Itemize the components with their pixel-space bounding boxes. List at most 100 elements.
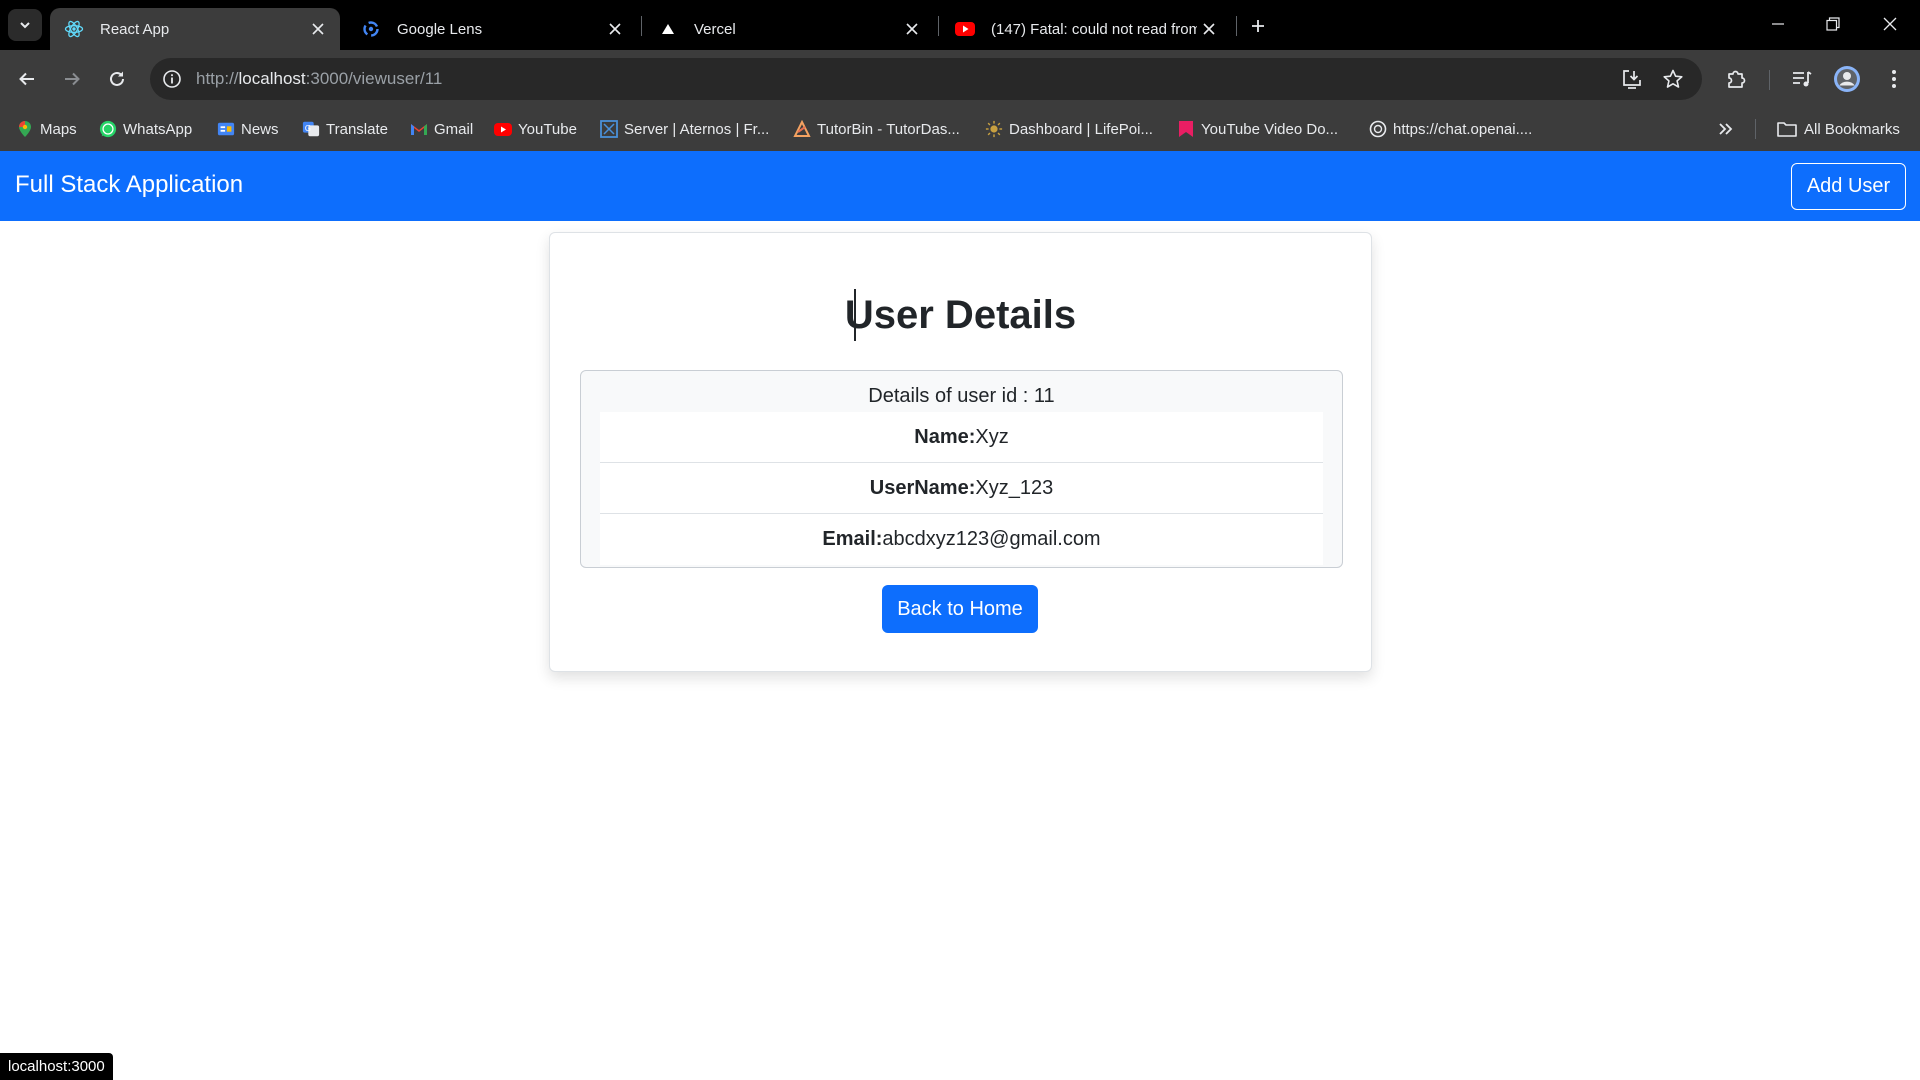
bookmark-label: Dashboard | LifePoi... xyxy=(1009,120,1153,138)
bookmark-label: https://chat.openai.... xyxy=(1393,120,1533,138)
bookmark-gmail[interactable]: Gmail xyxy=(410,116,473,142)
app-navbar: Full Stack Application Add User xyxy=(0,151,1920,221)
media-control-button[interactable] xyxy=(1788,65,1816,93)
media-queue-icon xyxy=(1793,71,1812,87)
bookmark-openai[interactable]: https://chat.openai.... xyxy=(1369,116,1532,142)
forward-button[interactable] xyxy=(57,64,87,94)
bookmark-label: Translate xyxy=(326,120,388,138)
detail-label: Email: xyxy=(822,528,883,550)
extensions-button[interactable] xyxy=(1722,65,1750,93)
bookmarks-separator xyxy=(1755,119,1756,139)
video-download-icon xyxy=(1177,120,1195,138)
close-icon[interactable] xyxy=(1197,17,1221,41)
url-scheme: http:// xyxy=(196,69,239,88)
url-path: :3000/viewuser/11 xyxy=(305,69,443,88)
back-button[interactable] xyxy=(12,64,42,94)
bookmark-lifepoints[interactable]: Dashboard | LifePoi... xyxy=(985,116,1153,142)
detail-row-email: Email: abcdxyz123@gmail.com xyxy=(600,514,1323,565)
new-tab-button[interactable] xyxy=(1244,12,1272,40)
aternos-icon xyxy=(600,120,618,138)
tab-title: Vercel xyxy=(694,20,736,38)
kebab-menu-icon xyxy=(1892,70,1896,88)
user-details-card: User Details Details of user id : 11 Nam… xyxy=(549,232,1372,672)
profile-avatar[interactable] xyxy=(1833,65,1861,93)
bookmark-label: YouTube Video Do... xyxy=(1201,120,1339,138)
bookmark-label: News xyxy=(241,120,279,138)
more-bookmarks-button[interactable] xyxy=(1718,116,1734,142)
minimize-button[interactable] xyxy=(1756,8,1800,40)
tab-react-app[interactable]: React App xyxy=(50,8,340,50)
bookmark-video-download[interactable]: YouTube Video Do... xyxy=(1177,116,1338,142)
menu-button[interactable] xyxy=(1880,65,1908,93)
bookmarks-bar: Maps WhatsApp News G Translate Gmail You… xyxy=(0,108,1920,151)
minimize-icon xyxy=(1772,23,1784,25)
maps-icon xyxy=(16,120,34,138)
url-text: http://localhost:3000/viewuser/11 xyxy=(196,69,442,89)
close-icon[interactable] xyxy=(900,17,924,41)
tab-separator xyxy=(938,16,939,36)
svg-text:G: G xyxy=(305,123,311,133)
tab-youtube[interactable]: (147) Fatal: could not read from xyxy=(941,8,1231,50)
puzzle-icon xyxy=(1728,70,1746,88)
bookmark-youtube[interactable]: YouTube xyxy=(494,116,577,142)
reload-button[interactable] xyxy=(102,64,132,94)
tab-separator xyxy=(1236,16,1237,36)
back-to-home-button[interactable]: Back to Home xyxy=(882,585,1038,633)
url-host: localhost xyxy=(238,69,306,88)
tab-strip: React App Google Lens Vercel (147) Fatal… xyxy=(0,0,1920,50)
close-window-button[interactable] xyxy=(1868,8,1912,40)
detail-value: Xyz_123 xyxy=(975,476,1054,499)
bookmark-aternos[interactable]: Server | Aternos | Fr... xyxy=(600,116,769,142)
tab-google-lens[interactable]: Google Lens xyxy=(347,8,637,50)
details-panel: Details of user id : 11 Name: Xyz UserNam… xyxy=(580,370,1343,568)
chevron-down-icon xyxy=(20,22,30,29)
close-icon[interactable] xyxy=(603,17,627,41)
all-bookmarks-button[interactable]: All Bookmarks xyxy=(1776,116,1900,142)
tab-search-button[interactable] xyxy=(8,9,42,41)
brand-link[interactable]: Full Stack Application xyxy=(15,171,243,199)
tab-title: (147) Fatal: could not read from xyxy=(991,20,1197,38)
toolbar-separator xyxy=(1769,70,1770,90)
star-icon[interactable] xyxy=(1661,67,1685,91)
browser-toolbar: http://localhost:3000/viewuser/11 xyxy=(0,50,1920,108)
youtube-icon xyxy=(955,19,975,39)
bookmark-translate[interactable]: G Translate xyxy=(302,116,388,142)
detail-row-name: Name: Xyz xyxy=(600,412,1323,463)
details-header: Details of user id : 11 xyxy=(868,385,1055,407)
page-title: User Details xyxy=(844,293,1077,337)
bookmark-label: WhatsApp xyxy=(123,120,193,138)
arrow-right-icon xyxy=(65,72,80,86)
detail-label: Name: xyxy=(914,425,976,448)
bookmark-label: Maps xyxy=(40,120,77,138)
bookmark-whatsapp[interactable]: WhatsApp xyxy=(99,116,192,142)
detail-row-username: UserName: Xyz_123 xyxy=(600,463,1323,514)
vercel-icon xyxy=(658,19,678,39)
status-bubble: localhost:3000 xyxy=(0,1053,113,1080)
install-app-icon[interactable] xyxy=(1620,67,1644,91)
bookmark-label: YouTube xyxy=(518,120,577,138)
all-bookmarks-label: All Bookmarks xyxy=(1804,120,1900,138)
detail-value: Xyz xyxy=(975,425,1009,448)
tab-vercel[interactable]: Vercel xyxy=(644,8,934,50)
gmail-icon xyxy=(410,120,428,138)
add-user-button[interactable]: Add User xyxy=(1791,163,1906,210)
address-bar[interactable]: http://localhost:3000/viewuser/11 xyxy=(150,58,1702,100)
translate-icon: G xyxy=(302,120,320,138)
bookmark-news[interactable]: News xyxy=(217,116,279,142)
whatsapp-icon xyxy=(99,120,117,138)
bookmark-tutorbin[interactable]: TutorBin - TutorDas... xyxy=(793,116,960,142)
tutorbin-icon xyxy=(793,120,811,138)
news-icon xyxy=(217,120,235,138)
text-caret xyxy=(854,289,856,341)
google-lens-icon xyxy=(361,19,381,39)
bookmark-maps[interactable]: Maps xyxy=(16,116,77,142)
tab-title: Google Lens xyxy=(397,20,483,38)
restore-button[interactable] xyxy=(1811,8,1855,40)
double-chevron-right-icon xyxy=(1719,123,1733,135)
site-info-icon[interactable] xyxy=(160,67,184,91)
arrow-left-icon xyxy=(19,72,34,86)
lifepoints-icon xyxy=(985,120,1003,138)
close-icon[interactable] xyxy=(306,17,330,41)
close-icon xyxy=(1883,17,1897,31)
avatar-icon xyxy=(1834,66,1860,92)
